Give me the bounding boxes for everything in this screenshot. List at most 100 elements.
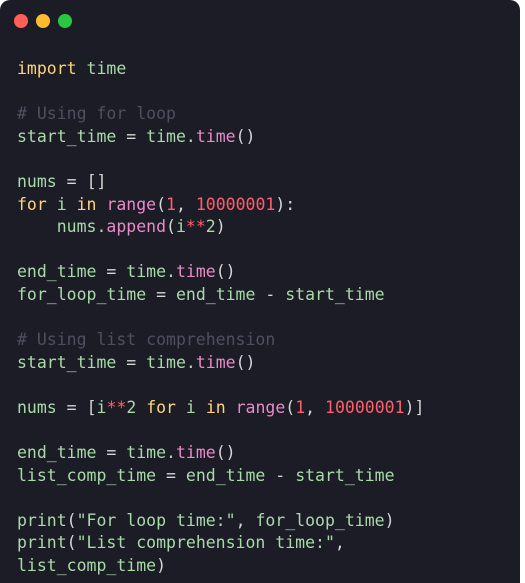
code-line: nums.append(i**2) (17, 216, 512, 239)
code-token: 1 (166, 194, 176, 214)
code-token: - (265, 465, 296, 485)
code-token: = (156, 465, 186, 485)
code-token: = (116, 352, 147, 372)
code-token: end_time (175, 284, 256, 304)
code-token: )] (404, 397, 425, 417)
code-token: = (146, 284, 176, 304)
code-token: ** (106, 397, 127, 417)
code-token: [ (86, 397, 97, 417)
code-token: time (175, 262, 216, 282)
code-token: = (96, 262, 127, 282)
code-token: nums (17, 171, 57, 191)
code-token: range (106, 194, 157, 214)
code-token: ( (166, 217, 176, 237)
code-token: = (96, 443, 127, 463)
code-token: # Using for loop (17, 104, 176, 124)
code-token: nums (17, 397, 57, 417)
code-token: () (215, 443, 236, 463)
code-token: end_time (17, 262, 97, 282)
code-token: time. (146, 126, 196, 146)
code-line: nums = [i**2 for i in range(1, 10000001)… (17, 397, 512, 420)
code-token: in (205, 397, 226, 417)
code-token: 2 (126, 397, 147, 417)
code-token: print (17, 510, 67, 530)
code-token: , (175, 194, 196, 214)
code-token: i (175, 217, 186, 237)
code-token: list_comp_time (17, 556, 157, 576)
code-token: time (175, 443, 216, 463)
code-token: , (334, 533, 345, 553)
code-token: for_loop_time (17, 284, 147, 304)
code-token: for (146, 397, 176, 417)
code-token: print (17, 533, 67, 553)
code-token: ) (156, 556, 167, 576)
code-line: import time (17, 58, 512, 81)
code-token: = (56, 397, 87, 417)
code-token: import (17, 59, 77, 78)
code-token: # Using list comprehension (17, 330, 276, 350)
code-line: for_loop_time = end_time - start_time (17, 284, 512, 307)
code-token: time. (126, 262, 176, 282)
code-line: print("List comprehension time:", (17, 532, 512, 555)
code-token: ( (156, 194, 167, 214)
code-token: () (235, 352, 256, 372)
code-token: ) (215, 217, 226, 237)
code-token: ( (66, 510, 77, 530)
code-token: 10000001 (195, 194, 276, 214)
window-controls (14, 14, 72, 28)
code-token: for (17, 194, 47, 214)
code-token: ** (185, 217, 206, 237)
code-line: print("For loop time:", for_loop_time) (17, 510, 512, 533)
code-block: import time # Using for loop start_time =… (17, 58, 512, 578)
code-token: end_time (17, 443, 97, 463)
code-token: () (215, 262, 236, 282)
code-token: start_time (17, 352, 117, 372)
code-token: = (56, 171, 87, 191)
maximize-button[interactable] (58, 14, 72, 28)
code-token: time (76, 59, 127, 78)
code-token: time. (126, 443, 176, 463)
code-window: import time # Using for loop start_time =… (0, 0, 520, 583)
code-token: = (116, 126, 147, 146)
code-token: nums. (17, 217, 107, 237)
code-token: "List comprehension time:" (76, 533, 335, 553)
code-line: # Using list comprehension (17, 329, 512, 352)
code-line: end_time = time.time() (17, 442, 512, 465)
code-token: i (176, 397, 206, 417)
code-token: range (235, 397, 286, 417)
code-token: ): (275, 194, 296, 214)
code-token: for_loop_time (255, 510, 385, 530)
code-token: time (195, 126, 236, 146)
code-token: list_comp_time (17, 465, 157, 485)
code-line: # Using for loop (17, 103, 512, 126)
code-token: start_time (295, 465, 395, 485)
code-token: start_time (17, 126, 117, 146)
code-line: nums = [] (17, 171, 512, 194)
minimize-button[interactable] (36, 14, 50, 28)
code-token: () (235, 126, 256, 146)
code-token: ( (285, 397, 296, 417)
code-token: i (96, 397, 107, 417)
code-line: list_comp_time = end_time - start_time (17, 465, 512, 488)
close-button[interactable] (14, 14, 28, 28)
code-token: ( (66, 533, 77, 553)
code-token: i (46, 194, 77, 214)
code-token: in (76, 194, 97, 214)
code-token: "For loop time:" (76, 510, 236, 530)
code-line: list_comp_time) (17, 555, 512, 578)
code-token: ) (384, 510, 395, 530)
code-token: 1 (295, 397, 306, 417)
code-line: start_time = time.time() (17, 126, 512, 149)
code-token: , (235, 510, 256, 530)
code-token: - (255, 284, 286, 304)
code-line: start_time = time.time() (17, 352, 512, 375)
code-token: time (195, 352, 236, 372)
